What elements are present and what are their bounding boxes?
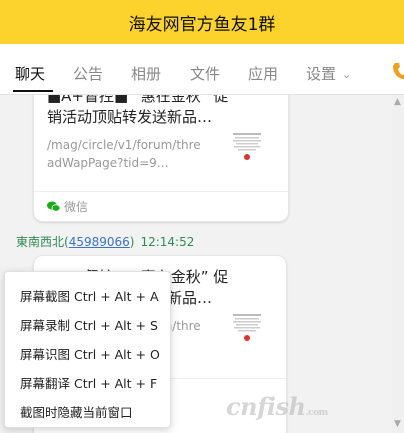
card-url-line: adWapPage?tid=9… [47, 156, 169, 170]
menu-item-screen-record[interactable]: 屏幕录制 Ctrl + Alt + S [20, 315, 158, 334]
tab-announcement[interactable]: 公告 [73, 63, 103, 84]
card-thumbnail [230, 130, 264, 164]
menu-item-screen-translate[interactable]: 屏幕翻译 Ctrl + Alt + F [20, 373, 157, 392]
card-title-line: ■A+督控■ “惠在金秋” 促 [47, 95, 229, 105]
title-bar: 海友网官方鱼友1群 [0, 0, 404, 44]
scroll-down-icon[interactable]: ▼ [394, 419, 401, 429]
sender-id-link[interactable]: 45989066 [69, 235, 130, 249]
message-sender: 東南西北(45989066) 12:14:52 [16, 235, 195, 249]
sender-name: 東南西北 [16, 235, 65, 249]
screenshot-context-menu: 屏幕截图 Ctrl + Alt + A 屏幕录制 Ctrl + Alt + S … [4, 271, 171, 428]
tab-settings[interactable]: 设置 ⌄ [306, 63, 351, 84]
tab-album[interactable]: 相册 [131, 63, 161, 84]
chevron-down-icon: ⌄ [342, 68, 352, 81]
active-tab-indicator [13, 90, 53, 92]
window-title: 海友网官方鱼友1群 [128, 14, 276, 35]
menu-item-hide-window[interactable]: 截图时隐藏当前窗口 [20, 402, 133, 421]
chat-scrollbar[interactable]: ▲ ▼ [392, 95, 404, 433]
scroll-up-icon[interactable]: ▲ [394, 97, 401, 107]
menu-item-screen-recognize[interactable]: 屏幕识图 Ctrl + Alt + O [20, 344, 160, 363]
tab-chat[interactable]: 聊天 [15, 63, 45, 84]
tab-settings-label: 设置 [306, 65, 337, 83]
shared-link-card[interactable]: ■A+督控■ “惠在金秋” 促 销活动顶贴转发送新品… /mag/circle/… [33, 95, 289, 222]
message-time: 12:14:52 [140, 235, 195, 249]
card-source-label: 微信 [64, 200, 89, 214]
watermark-text: cnfish [226, 392, 306, 421]
watermark-suffix: .com [305, 408, 328, 418]
card-url-line: /mag/circle/v1/forum/thre [47, 138, 201, 152]
wechat-icon [47, 201, 60, 212]
card-title-line: 销活动顶贴转发送新品… [47, 108, 213, 126]
card-divider [34, 191, 288, 192]
site-watermark: cnfish.com [226, 392, 328, 421]
card-thumbnail [230, 311, 264, 345]
tab-bar: 聊天 公告 相册 文件 应用 设置 ⌄ [0, 44, 404, 95]
phone-icon[interactable] [392, 62, 404, 80]
tab-apps[interactable]: 应用 [248, 63, 278, 84]
tab-files[interactable]: 文件 [190, 63, 220, 84]
menu-item-screenshot[interactable]: 屏幕截图 Ctrl + Alt + A [20, 286, 159, 305]
card-source: 微信 [47, 198, 88, 215]
